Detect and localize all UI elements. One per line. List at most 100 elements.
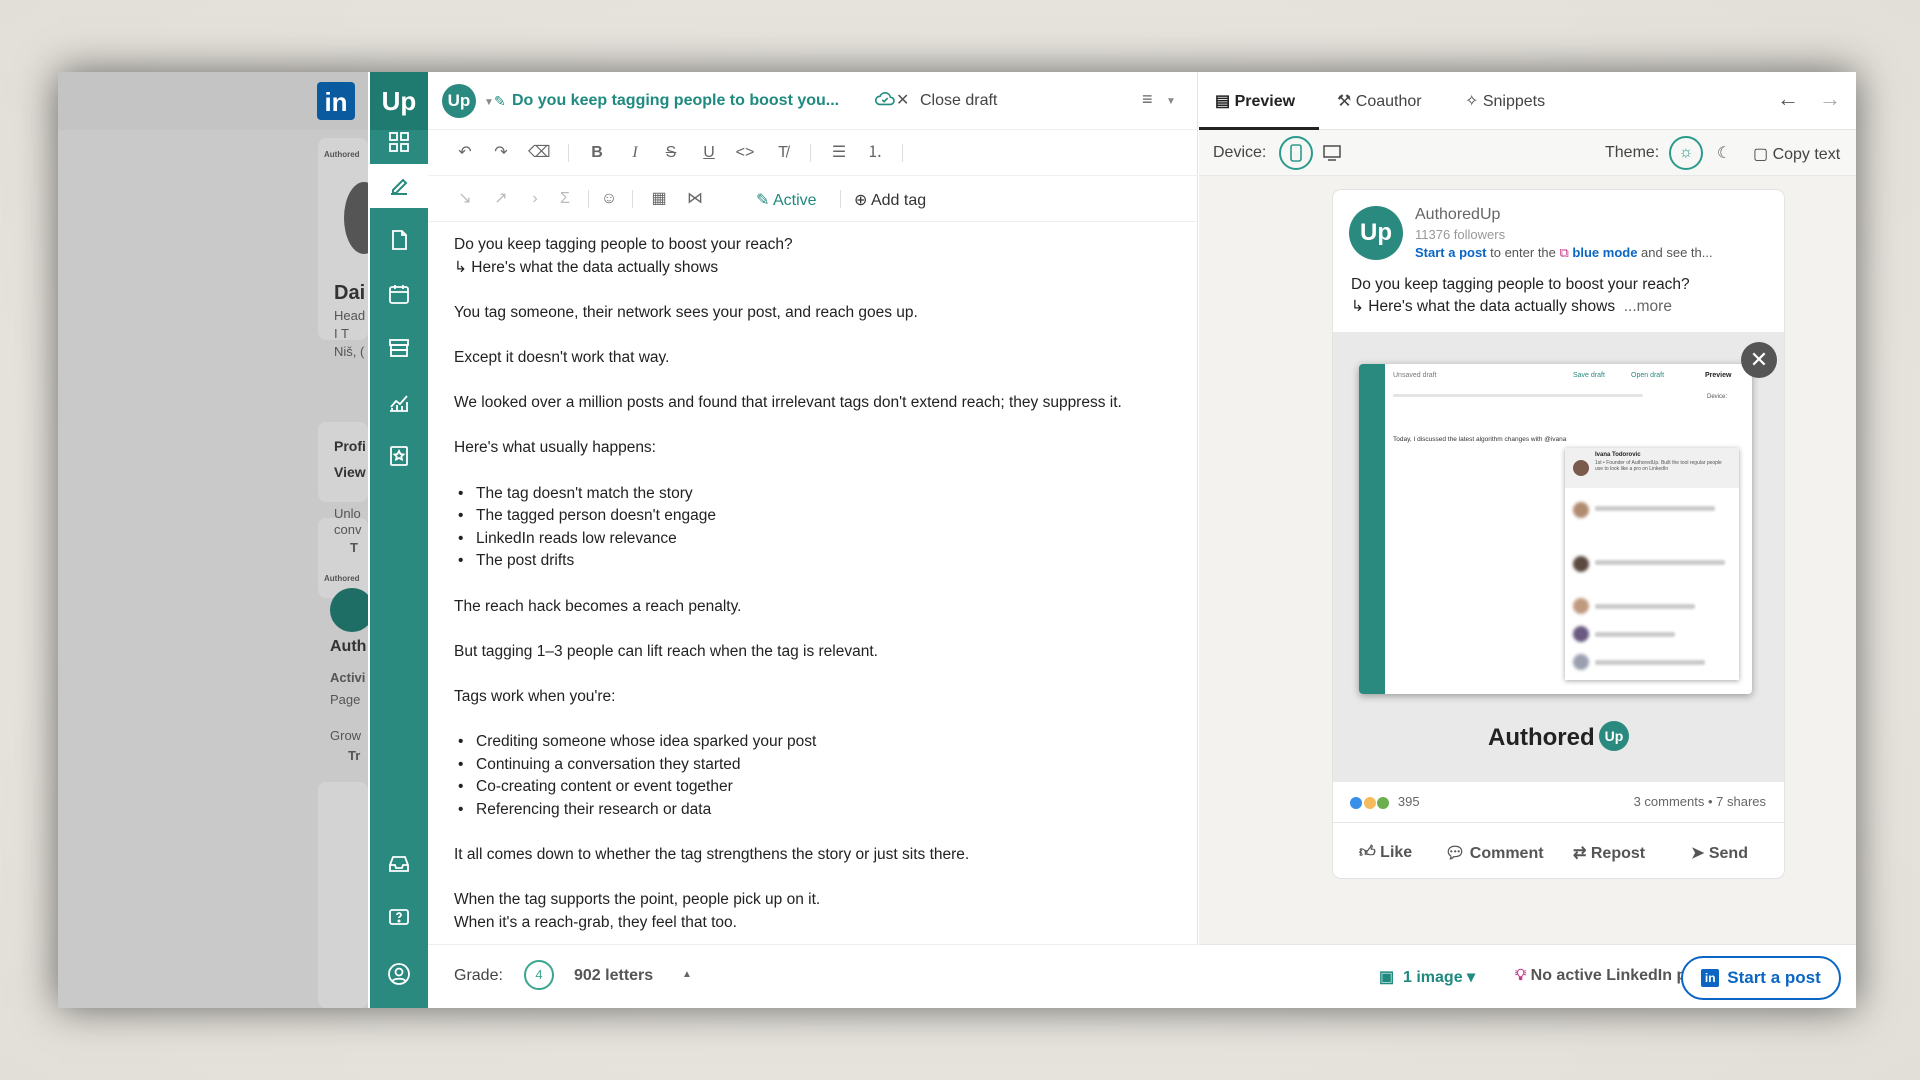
dark-theme-moon-icon[interactable]: ☾ — [1707, 136, 1741, 170]
chevron-up-icon[interactable]: ▲ — [682, 969, 692, 980]
account-switcher[interactable]: Up — [442, 84, 476, 118]
calendar-icon[interactable] — [370, 272, 428, 316]
forward-arrow-icon[interactable]: → — [1819, 86, 1841, 112]
mini-blur-avatar — [1573, 654, 1589, 670]
send-button[interactable]: ➤ Send — [1691, 843, 1748, 863]
like-label: Like — [1380, 844, 1413, 861]
remove-image-close-icon[interactable]: ✕ — [1741, 342, 1777, 378]
menu-chevron-icon[interactable]: ▼ — [1166, 96, 1176, 107]
start-a-post-button[interactable]: in Start a post — [1681, 956, 1841, 1000]
mini-person-avatar — [1573, 460, 1589, 476]
linkedin-premium-link[interactable]: T — [350, 540, 358, 555]
undo-icon[interactable]: ↶ — [454, 142, 476, 164]
light-theme-sun-icon[interactable]: ☼ — [1669, 136, 1703, 170]
close-icon[interactable]: ✕ — [896, 90, 909, 110]
cta-mid-text: to enter the — [1486, 245, 1560, 260]
schedule-icon[interactable]: ▦ — [648, 188, 670, 210]
underline-icon[interactable]: U — [698, 142, 720, 164]
preview-tabs: ▤ Preview ⚒ Coauthor ✧ Snippets ← → — [1199, 72, 1856, 130]
post-body-line — [454, 708, 1154, 731]
preview-panel: ▤ Preview ⚒ Coauthor ✧ Snippets ← → Devi… — [1199, 72, 1856, 1008]
editor-panel: Up ▼ ✎ Do you keep tagging people to boo… — [428, 72, 1198, 1008]
italic-icon[interactable]: I — [624, 142, 646, 164]
post-body-line: We looked over a million posts and found… — [454, 394, 1122, 412]
strikethrough-icon[interactable]: S — [660, 142, 682, 164]
arrow-up-right-icon[interactable]: ↗ — [490, 188, 512, 210]
comment-button[interactable]: 💬︎ Comment — [1445, 843, 1544, 863]
comments-shares-count[interactable]: 3 comments • 7 shares — [1634, 794, 1766, 809]
chevron-down-icon[interactable]: ▼ — [484, 97, 494, 108]
post-body-line — [454, 460, 1154, 483]
analytics-icon[interactable] — [370, 380, 428, 424]
bold-icon[interactable]: B — [586, 142, 608, 164]
chevron-right-icon[interactable]: › — [524, 188, 546, 210]
close-draft-button[interactable]: Close draft — [920, 92, 997, 110]
linkedin-page-label: Page — [330, 692, 361, 707]
add-tag-button[interactable]: ⊕ Add tag — [854, 190, 926, 210]
dashboard-icon[interactable] — [370, 120, 428, 164]
format-toolbar-2: ↘ ↗ › Σ ☺ ▦ ⋈ ✎ Active ⊕ Add tag — [428, 176, 1198, 222]
post-body-line: The reach hack becomes a reach penalty. — [454, 597, 742, 615]
numbered-list-icon[interactable]: ⒈ — [864, 142, 886, 164]
send-label: Send — [1708, 845, 1748, 862]
post-body-line — [454, 618, 1154, 641]
bullet-list-icon[interactable]: ☰ — [828, 142, 850, 164]
see-more-link[interactable]: ...more — [1624, 298, 1672, 315]
mini-save-label: Save draft — [1573, 372, 1605, 379]
back-arrow-icon[interactable]: ← — [1777, 86, 1799, 112]
grade-badge[interactable]: 4 — [524, 960, 554, 990]
redo-icon[interactable]: ↷ — [490, 142, 512, 164]
tab-snippets[interactable]: ✧ Snippets — [1465, 91, 1545, 111]
blue-mode-link[interactable]: blue mode — [1572, 245, 1637, 260]
letter-count[interactable]: 902 letters — [574, 967, 653, 985]
post-author-name: AuthoredUp — [1415, 206, 1501, 223]
add-tag-label: Add tag — [870, 192, 927, 209]
mini-device-label: Device: — [1707, 394, 1728, 400]
editor-icon[interactable] — [370, 164, 428, 208]
post-bullet-line: The post drifts — [454, 550, 1154, 573]
linkedin-view-link[interactable]: View — [334, 464, 366, 480]
repost-button[interactable]: ⇄ Repost — [1573, 843, 1645, 863]
linkedin-icon: in — [1701, 969, 1720, 987]
inbox-icon[interactable] — [370, 842, 428, 886]
mobile-device-button[interactable] — [1279, 136, 1313, 170]
arrow-down-right-icon[interactable]: ↘ — [454, 188, 476, 210]
lightbulb-icon: 💡︎ — [1515, 967, 1527, 984]
linkedin-page-name: Auth — [330, 638, 367, 655]
emoji-icon[interactable]: ☺ — [598, 188, 620, 210]
clear-format-icon[interactable]: T̸ — [772, 142, 794, 164]
image-count-dropdown[interactable]: ▣ 1 image ▾ — [1379, 967, 1475, 987]
linkedin-grow-link[interactable]: Tr — [348, 748, 360, 763]
archive-icon[interactable] — [370, 326, 428, 370]
post-body-line: But tagging 1–3 people can lift reach wh… — [454, 642, 878, 660]
tab-preview[interactable]: ▤ Preview — [1215, 91, 1295, 111]
post-body-line — [454, 821, 1154, 844]
post-body-line: Tags work when you're: — [454, 687, 616, 705]
start-post-link[interactable]: Start a post — [1415, 245, 1487, 260]
bookmark-icon[interactable] — [370, 434, 428, 478]
linkedin-authored-label: Authored — [324, 150, 360, 159]
menu-icon[interactable]: ≡ — [1142, 89, 1153, 110]
sigma-icon[interactable]: Σ — [554, 188, 576, 210]
mini-open-label: Open draft — [1631, 372, 1665, 379]
eraser-icon[interactable]: ⌫ — [528, 142, 551, 164]
mini-blur-avatar — [1573, 626, 1589, 642]
active-status-button[interactable]: ✎ Active — [756, 190, 817, 210]
help-icon[interactable] — [370, 896, 428, 940]
code-icon[interactable]: <> — [734, 142, 756, 164]
like-button[interactable]: 👍︎ Like — [1359, 843, 1412, 862]
toolbar-divider — [840, 190, 841, 208]
post-bullet-line: Crediting someone whose idea sparked you… — [454, 731, 1154, 754]
repost-label: Repost — [1590, 845, 1646, 862]
post-editor-textarea[interactable]: Do you keep tagging people to boost your… — [454, 234, 1154, 932]
draft-title[interactable]: Do you keep tagging people to boost you.… — [512, 92, 839, 110]
desktop-device-button[interactable] — [1315, 136, 1349, 170]
drafts-icon[interactable] — [370, 218, 428, 262]
theme-label: Theme: — [1605, 144, 1660, 161]
tab-coauthor[interactable]: ⚒ Coauthor — [1337, 91, 1422, 111]
copy-text-button[interactable]: ▢ Copy text — [1753, 144, 1840, 164]
linkedin-profile-link[interactable]: Profi — [334, 438, 366, 454]
reactions-summary[interactable]: 395 — [1349, 794, 1420, 810]
profile-icon[interactable] — [370, 952, 428, 996]
share-icon[interactable]: ⋈ — [684, 188, 706, 210]
